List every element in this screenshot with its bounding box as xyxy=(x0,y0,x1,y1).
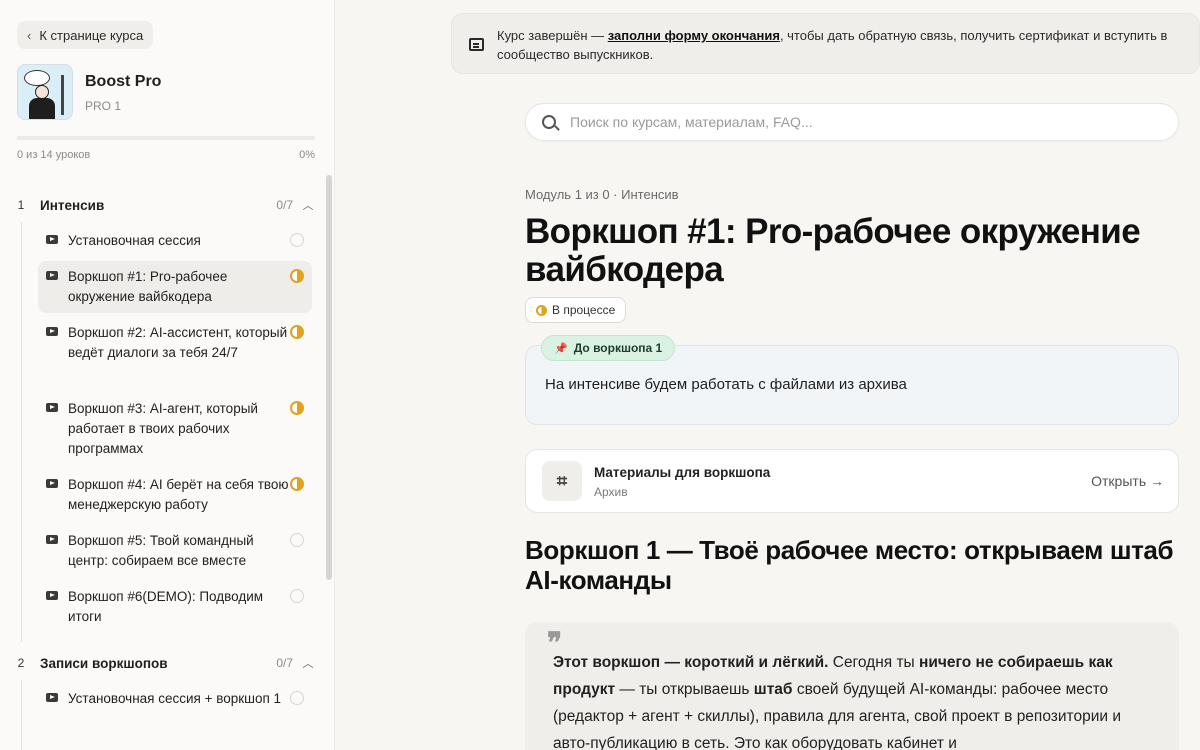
video-lesson-icon xyxy=(46,403,58,413)
video-lesson-icon xyxy=(46,235,58,245)
archive-icon: ⌗ xyxy=(542,461,582,501)
course-subtitle: PRO 1 xyxy=(85,99,122,113)
section-title: Воркшоп 1 — Твоё рабочее место: открывае… xyxy=(525,535,1174,595)
lesson-item[interactable]: Установочная сессия xyxy=(38,225,312,257)
lesson-item[interactable]: Воркшоп #5: Твой командный центр: собира… xyxy=(38,525,312,577)
page-title: Воркшоп #1: Pro-рабочее окружение вайбко… xyxy=(525,212,1141,289)
status-badge: В процессе xyxy=(525,297,627,323)
lesson-item[interactable]: Воркшоп #2: AI-ассистент, который ведёт … xyxy=(38,317,312,369)
lesson-title: Воркшоп #3: AI-агент, который работает в… xyxy=(68,401,258,456)
intro-quote: ❞ Этот воркшоп — короткий и лёгкий. Сего… xyxy=(525,622,1179,750)
module-tree-line xyxy=(21,680,22,750)
course-title: Boost Pro xyxy=(85,73,162,90)
materials-card[interactable]: ⌗ Материалы для воркшопа Архив Открыть → xyxy=(525,449,1179,513)
note-text: На интенсиве будем работать с файлами из… xyxy=(545,376,907,393)
back-to-course-label: К странице курса xyxy=(39,27,144,43)
chevron-up-icon[interactable]: ︿ xyxy=(301,655,315,671)
lesson-title: Воркшоп #4: AI берёт на себя твою менедж… xyxy=(68,477,289,512)
chevron-left-icon: ‹ xyxy=(27,27,32,43)
video-lesson-icon xyxy=(46,271,58,281)
open-materials-link[interactable]: Открыть → xyxy=(1091,473,1164,489)
lesson-title: Воркшоп #1: Pro-рабочее окружение вайбко… xyxy=(68,269,228,304)
course-cover-image xyxy=(17,64,73,120)
lesson-item[interactable]: Воркшоп #6(DEMO): Подводим итоги xyxy=(38,581,312,633)
status-not-started-icon xyxy=(290,533,304,547)
lesson-item[interactable]: Установочная сессия + воркшоп 1 xyxy=(38,683,312,715)
status-badge-label: В процессе xyxy=(552,303,616,317)
course-completed-banner: Курс завершён — заполни форму окончания,… xyxy=(451,13,1200,74)
pin-icon: 📌 xyxy=(554,342,568,355)
lesson-title: Установочная сессия + воркшоп 1 xyxy=(68,691,282,706)
chevron-up-icon[interactable]: ︿ xyxy=(301,197,315,213)
status-in-progress-icon xyxy=(290,325,304,339)
materials-title: Материалы для воркшопа xyxy=(594,465,771,480)
course-progress-bar xyxy=(17,136,315,140)
module-count: 0/7 xyxy=(276,198,293,212)
search-bar[interactable] xyxy=(525,103,1179,141)
materials-subtitle: Архив xyxy=(594,485,628,499)
module-number: 2 xyxy=(17,656,25,670)
lesson-title: Воркшоп #6(DEMO): Подводим итоги xyxy=(68,589,264,624)
form-icon xyxy=(469,38,484,51)
status-not-started-icon xyxy=(290,233,304,247)
course-header: Boost Pro PRO 1 xyxy=(17,64,161,120)
video-lesson-icon xyxy=(46,591,58,601)
lesson-item-active[interactable]: Воркшоп #1: Pro-рабочее окружение вайбко… xyxy=(38,261,312,313)
status-in-progress-icon xyxy=(290,477,304,491)
back-to-course-button[interactable]: ‹ К странице курса xyxy=(17,21,154,49)
lesson-item[interactable]: Воркшоп #3: AI-агент, который работает в… xyxy=(38,393,312,465)
progress-percent: 0% xyxy=(299,149,315,161)
video-lesson-icon xyxy=(46,327,58,337)
completion-form-link[interactable]: заполни форму окончания xyxy=(608,28,780,43)
search-icon xyxy=(542,115,556,129)
lesson-title: Воркшоп #2: AI-ассистент, который ведёт … xyxy=(68,325,288,360)
sidebar-scrollbar[interactable] xyxy=(326,175,332,580)
lesson-title: Воркшоп #5: Твой командный центр: собира… xyxy=(68,533,254,568)
status-not-started-icon xyxy=(290,691,304,705)
progress-text: 0 из 14 уроков 0% xyxy=(17,149,315,161)
status-in-progress-icon xyxy=(290,269,304,283)
video-lesson-icon xyxy=(46,535,58,545)
module-header-recordings[interactable]: 2 Записи воркшопов 0/7 ︿ xyxy=(10,649,315,677)
breadcrumb: Модуль 1 из 0 · Интенсив xyxy=(525,187,679,202)
module-count: 0/7 xyxy=(276,656,293,670)
module-tree-line xyxy=(21,222,22,642)
video-lesson-icon xyxy=(46,693,58,703)
in-progress-icon xyxy=(536,304,547,316)
quote-text: Этот воркшоп — короткий и лёгкий. Сегодн… xyxy=(553,654,1121,750)
module-title: Интенсив xyxy=(40,197,105,213)
video-lesson-icon xyxy=(46,479,58,489)
note-tag-label: До воркшопа 1 xyxy=(573,341,663,355)
lessons-progress-label: 0 из 14 уроков xyxy=(17,149,91,161)
banner-prefix: Курс завершён — xyxy=(497,28,608,43)
note-tag: 📌 До воркшопа 1 xyxy=(541,335,676,361)
module-title: Записи воркшопов xyxy=(40,655,168,671)
module-header-intensive[interactable]: 1 Интенсив 0/7 ︿ xyxy=(10,191,315,219)
search-input[interactable] xyxy=(570,114,1130,130)
status-in-progress-icon xyxy=(290,401,304,415)
sidebar: ‹ К странице курса Boost Pro PRO 1 0 из … xyxy=(0,0,335,750)
lesson-title: Установочная сессия xyxy=(68,233,201,248)
status-not-started-icon xyxy=(290,589,304,603)
lesson-item[interactable]: Воркшоп #4: AI берёт на себя твою менедж… xyxy=(38,469,312,521)
module-number: 1 xyxy=(17,198,25,212)
